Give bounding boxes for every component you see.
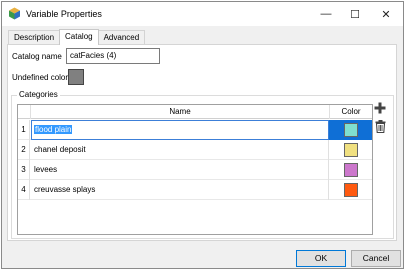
color-swatch[interactable] [343,163,358,177]
ok-button[interactable]: OK [296,250,346,267]
app-cube-icon [9,7,20,20]
catalog-panel: Catalog name catFacies (4) Undefined col… [7,44,397,241]
category-color-cell[interactable] [329,160,372,180]
category-name-cell[interactable]: creuvasse splays [31,180,329,200]
row-number[interactable]: 4 [18,180,30,200]
row-number[interactable]: 2 [18,140,30,160]
name-column-header[interactable]: Name [30,105,329,119]
table-row[interactable]: 4 creuvasse splays [18,180,372,200]
window-title: Variable Properties [26,9,102,19]
category-color-cell[interactable] [329,140,372,160]
category-name-cell[interactable]: flood plain [31,120,329,140]
color-swatch[interactable] [343,183,358,197]
color-column-header[interactable]: Color [329,105,372,119]
plus-icon[interactable] [374,102,386,114]
minimize-button[interactable]: — [312,2,340,26]
tab-catalog[interactable]: Catalog [59,29,99,45]
close-button[interactable]: ✕ [372,2,400,26]
tab-bar: Description Catalog Advanced [8,29,146,45]
table-row[interactable]: 1 flood plain [18,120,372,140]
category-name-text[interactable]: flood plain [34,125,73,134]
undefined-color-label: Undefined color [12,73,69,82]
table-header: Name Color [18,105,372,119]
tab-advanced[interactable]: Advanced [97,30,146,44]
undefined-color-swatch[interactable] [68,69,84,85]
row-number[interactable]: 3 [18,160,30,180]
color-swatch[interactable] [343,143,358,157]
catalog-name-label: Catalog name [12,52,62,61]
categories-group: Categories Name Color 1 flood plain 2 ch… [11,90,394,239]
row-number[interactable]: 1 [18,120,30,140]
title-bar[interactable]: Variable Properties — ☐ ✕ [2,2,403,26]
categories-group-title: Categories [17,90,60,99]
color-swatch[interactable] [343,123,358,137]
category-color-cell[interactable] [329,180,372,200]
table-row[interactable]: 3 levees [18,160,372,180]
variable-properties-window: Variable Properties — ☐ ✕ Description Ca… [1,1,404,269]
catalog-name-input[interactable]: catFacies (4) [66,48,160,64]
tab-description[interactable]: Description [8,30,61,44]
trash-icon[interactable] [375,120,386,133]
cancel-button[interactable]: Cancel [351,250,401,267]
category-color-cell[interactable] [329,120,372,140]
maximize-button[interactable]: ☐ [341,2,369,26]
category-name-cell[interactable]: levees [31,160,329,180]
table-row[interactable]: 2 chanel deposit [18,140,372,160]
categories-table: Name Color 1 flood plain 2 chanel deposi… [17,104,373,235]
category-name-cell[interactable]: chanel deposit [31,140,329,160]
